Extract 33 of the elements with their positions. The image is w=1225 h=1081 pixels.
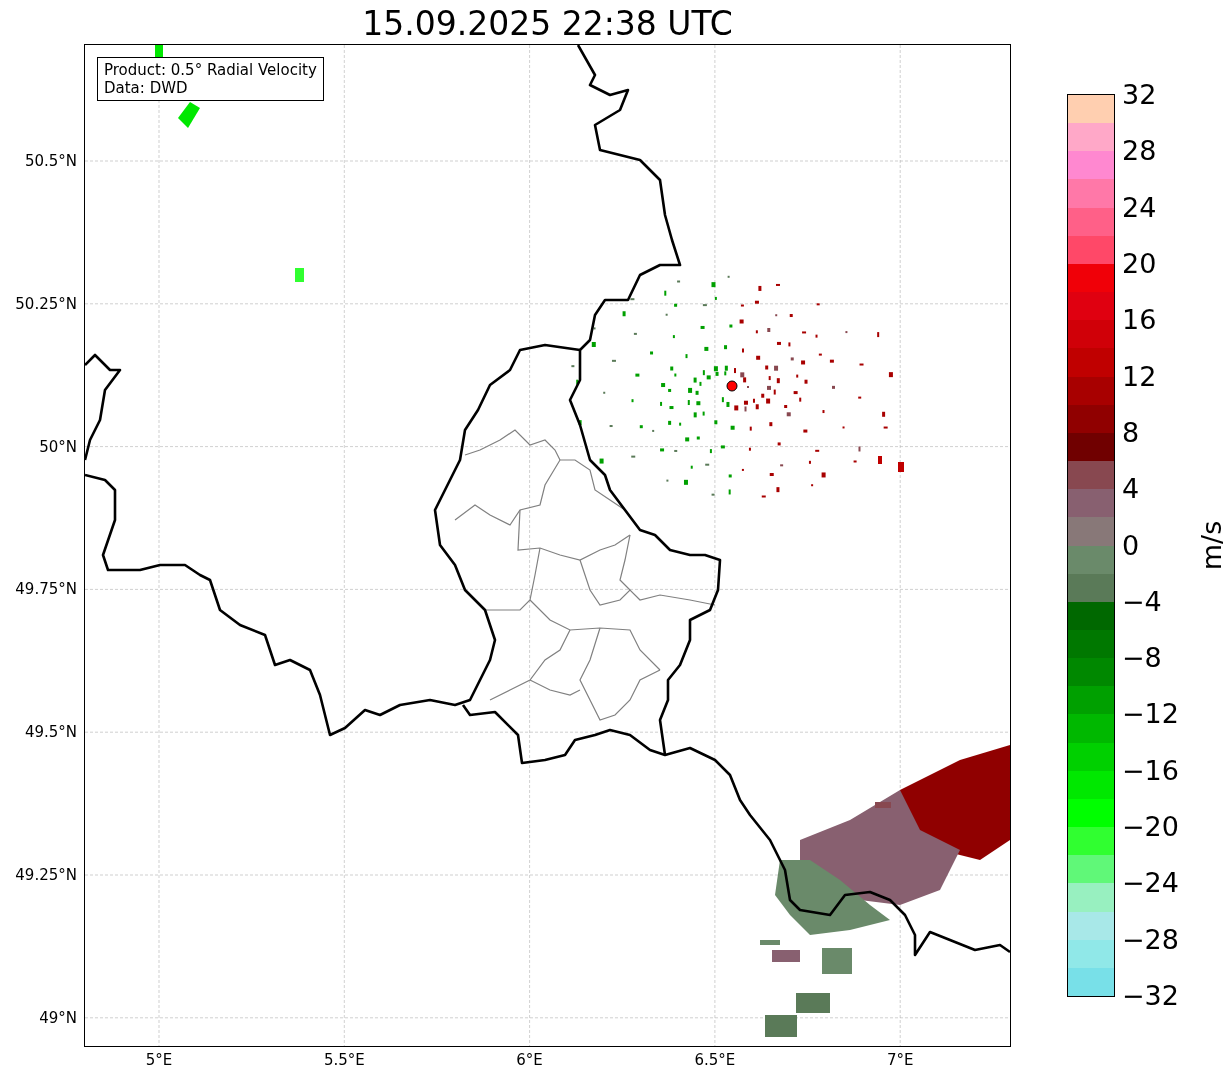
colorbar-label: −32 [1122,981,1179,1011]
longitude-label: 7°E [886,1051,914,1069]
latitude-label: 49.5°N [24,723,77,742]
colorbar-label: 8 [1122,417,1140,448]
colorbar-label: −20 [1122,812,1179,843]
longitude-label: 5.5°E [323,1051,365,1069]
colorbar-label: 0 [1122,530,1140,561]
colorbar-label: 4 [1122,474,1140,505]
colorbar-label: −24 [1122,868,1179,899]
longitude-label: 6.5°E [694,1051,736,1069]
colorbar-label: −28 [1122,924,1179,955]
colorbar-label: 16 [1122,305,1157,336]
info-text: Data: DWD [104,79,189,97]
longitude-label: 5°E [145,1051,173,1069]
colorbar-title: m/s [1196,520,1225,571]
colorbar-label: −8 [1122,643,1162,674]
colorbar-label: 28 [1122,136,1157,167]
latitude-label: 50°N [39,437,77,456]
colorbar-label: 12 [1122,361,1157,392]
latitude-label: 49.25°N [15,866,77,884]
latitude-label: 49.75°N [15,580,77,599]
latitude-label: 50.25°N [15,294,77,313]
latitude-label: 50.5°N [24,152,77,170]
colorbar-label: 20 [1122,248,1157,279]
colorbar-label: 32 [1122,80,1157,110]
colorbar-label: −12 [1122,699,1179,730]
info-text: Product: 0.5° Radial Velocity [104,61,317,79]
colorbar-label: −4 [1122,586,1162,617]
latitude-label: 49°N [39,1008,77,1027]
longitude-label: 6°E [516,1051,543,1069]
colorbar-label: 24 [1122,192,1157,223]
colorbar-label: −16 [1122,755,1179,786]
chart-title: 15.09.2025 22:38 UTC [361,3,734,45]
